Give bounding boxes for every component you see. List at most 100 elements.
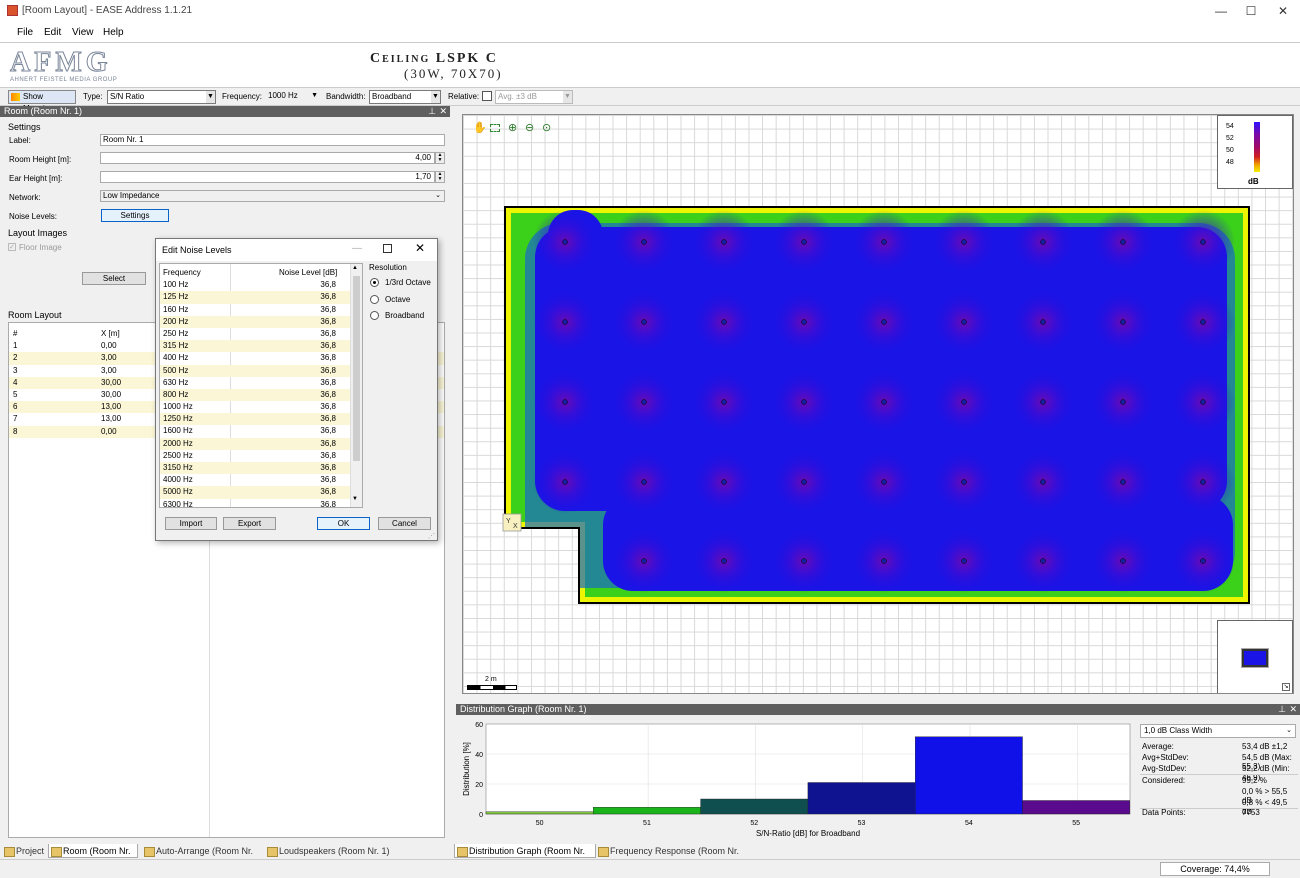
- noise-settings-button[interactable]: Settings: [101, 209, 169, 222]
- show-mapping-button[interactable]: Show Mapping: [8, 90, 76, 113]
- loudspeaker-marker[interactable]: [1200, 399, 1206, 405]
- loudspeaker-marker[interactable]: [801, 479, 807, 485]
- noise-row[interactable]: 315 Hz 36,8: [160, 340, 350, 353]
- room-height-input[interactable]: 4,00: [100, 152, 435, 164]
- ok-button[interactable]: OK: [317, 517, 370, 530]
- loudspeaker-marker[interactable]: [961, 479, 967, 485]
- loudspeaker-marker[interactable]: [881, 239, 887, 245]
- radio-broadband[interactable]: [370, 311, 379, 320]
- loudspeaker-marker[interactable]: [641, 479, 647, 485]
- loudspeaker-marker[interactable]: [881, 479, 887, 485]
- noise-row[interactable]: 5000 Hz 36,8: [160, 486, 350, 499]
- radio-third-octave[interactable]: [370, 278, 379, 287]
- class-width-select[interactable]: 1,0 dB Class Width ⌄: [1140, 724, 1296, 738]
- minimap-viewport[interactable]: [1241, 648, 1269, 668]
- loudspeaker-marker[interactable]: [1040, 319, 1046, 325]
- radio-octave[interactable]: [370, 295, 379, 304]
- loudspeaker-marker[interactable]: [801, 319, 807, 325]
- loudspeaker-marker[interactable]: [1120, 319, 1126, 325]
- bandwidth-select[interactable]: Broadband ▼: [369, 90, 441, 104]
- loudspeaker-marker[interactable]: [1040, 399, 1046, 405]
- tab-frequency-response[interactable]: Frequency Response (Room Nr. 1): [596, 844, 742, 870]
- noise-row[interactable]: 630 Hz 36,8: [160, 377, 350, 389]
- loudspeaker-marker[interactable]: [1120, 399, 1126, 405]
- loudspeaker-marker[interactable]: [1040, 239, 1046, 245]
- loudspeaker-marker[interactable]: [961, 319, 967, 325]
- noise-row[interactable]: 400 Hz 36,8: [160, 352, 350, 364]
- loudspeaker-marker[interactable]: [562, 319, 568, 325]
- expand-icon[interactable]: ↘: [1282, 683, 1290, 691]
- close-icon[interactable]: ✕: [1289, 704, 1297, 715]
- loudspeaker-marker[interactable]: [881, 558, 887, 564]
- network-select[interactable]: Low Impedance ⌄: [100, 190, 445, 202]
- noise-row[interactable]: 160 Hz 36,8: [160, 304, 350, 316]
- minimize-button[interactable]: —: [1206, 2, 1236, 20]
- noise-table-scrollbar[interactable]: ▲ ▼: [350, 264, 362, 507]
- noise-row[interactable]: 2000 Hz 36,8: [160, 437, 350, 450]
- loudspeaker-marker[interactable]: [801, 239, 807, 245]
- loudspeaker-marker[interactable]: [961, 399, 967, 405]
- noise-row[interactable]: 6300 Hz 36,8: [160, 499, 350, 507]
- loudspeaker-marker[interactable]: [721, 479, 727, 485]
- export-button[interactable]: Export: [223, 517, 276, 530]
- loudspeaker-marker[interactable]: [641, 319, 647, 325]
- loudspeaker-marker[interactable]: [721, 319, 727, 325]
- loudspeaker-marker[interactable]: [1040, 558, 1046, 564]
- loudspeaker-marker[interactable]: [801, 558, 807, 564]
- noise-row[interactable]: 4000 Hz 36,8: [160, 474, 350, 486]
- loudspeaker-marker[interactable]: [721, 239, 727, 245]
- tab-room[interactable]: Room (Room Nr. 1): [48, 844, 138, 870]
- loudspeaker-marker[interactable]: [1120, 479, 1126, 485]
- menu-edit[interactable]: Edit: [44, 27, 61, 38]
- noise-row[interactable]: 125 Hz 36,8: [160, 291, 350, 304]
- menu-help[interactable]: Help: [103, 27, 124, 38]
- noise-row[interactable]: 1250 Hz 36,8: [160, 413, 350, 426]
- noise-row[interactable]: 250 Hz 36,8: [160, 328, 350, 340]
- noise-row[interactable]: 200 Hz 36,8: [160, 315, 350, 328]
- dialog-minimize-icon[interactable]: —: [352, 243, 362, 254]
- loudspeaker-marker[interactable]: [961, 558, 967, 564]
- room-height-spinner[interactable]: ▲ ▼: [435, 152, 445, 164]
- resize-grip-icon[interactable]: ⋰: [428, 532, 435, 540]
- noise-row[interactable]: 1000 Hz 36,8: [160, 401, 350, 413]
- floor-image-checkbox[interactable]: ✓: [8, 243, 16, 251]
- noise-row[interactable]: 1600 Hz 36,8: [160, 425, 350, 437]
- loudspeaker-marker[interactable]: [641, 239, 647, 245]
- loudspeaker-marker[interactable]: [641, 558, 647, 564]
- room-label-input[interactable]: Room Nr. 1: [100, 134, 445, 146]
- tab-distribution-graph[interactable]: Distribution Graph (Room Nr. 1): [454, 844, 596, 870]
- ear-height-input[interactable]: 1,70: [100, 171, 435, 183]
- scroll-up-icon[interactable]: ▲: [352, 265, 358, 271]
- loudspeaker-marker[interactable]: [1200, 319, 1206, 325]
- loudspeaker-marker[interactable]: [721, 558, 727, 564]
- dialog-maximize-icon[interactable]: [383, 244, 392, 253]
- loudspeaker-marker[interactable]: [1200, 558, 1206, 564]
- overview-minimap[interactable]: ↘: [1217, 620, 1293, 693]
- maximize-button[interactable]: ☐: [1236, 2, 1266, 20]
- frequency-select[interactable]: 1000 Hz ▼: [266, 90, 320, 104]
- close-button[interactable]: ✕: [1268, 2, 1298, 20]
- noise-row[interactable]: 3150 Hz 36,8: [160, 462, 350, 475]
- loudspeaker-marker[interactable]: [881, 399, 887, 405]
- loudspeaker-marker[interactable]: [1120, 558, 1126, 564]
- noise-row[interactable]: 100 Hz 36,8: [160, 279, 350, 291]
- ear-height-spinner[interactable]: ▲ ▼: [435, 171, 445, 183]
- loudspeaker-marker[interactable]: [961, 239, 967, 245]
- loudspeaker-marker[interactable]: [1200, 239, 1206, 245]
- tab-loudspeakers[interactable]: Loudspeakers (Room Nr. 1): [265, 844, 390, 858]
- loudspeaker-marker[interactable]: [562, 239, 568, 245]
- loudspeaker-marker[interactable]: [1120, 239, 1126, 245]
- coverage-map[interactable]: ✋ ⊕ ⊖ ⊙ Y X 54 52 50 48 dB ↘ 2 m: [462, 114, 1294, 694]
- import-button[interactable]: Import: [165, 517, 217, 530]
- tab-project[interactable]: Project: [2, 844, 46, 858]
- loudspeaker-marker[interactable]: [881, 319, 887, 325]
- tab-auto-arrange[interactable]: Auto-Arrange (Room Nr. 1): [142, 844, 262, 870]
- relative-checkbox[interactable]: [482, 91, 492, 101]
- loudspeaker-marker[interactable]: [562, 399, 568, 405]
- scroll-down-icon[interactable]: ▼: [352, 496, 358, 502]
- menu-view[interactable]: View: [72, 27, 94, 38]
- dialog-close-icon[interactable]: ✕: [415, 241, 425, 255]
- relative-range-select[interactable]: Avg. ±3 dB ▼: [495, 90, 573, 104]
- loudspeaker-marker[interactable]: [801, 399, 807, 405]
- scrollbar-thumb[interactable]: [353, 276, 360, 461]
